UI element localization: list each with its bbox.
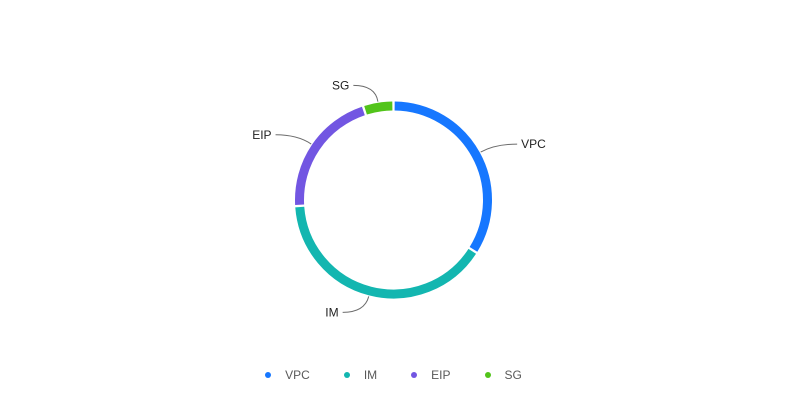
legend-item-im[interactable]: IM <box>343 368 378 382</box>
slice-label-im: IM <box>325 305 338 319</box>
slice-label-vpc: VPC <box>521 137 546 151</box>
legend-marker-icon <box>411 372 418 378</box>
legend-marker-icon <box>343 372 350 378</box>
legend-label: EIP <box>431 368 451 382</box>
legend-label: IM <box>363 368 378 382</box>
leader-line-im <box>342 296 370 313</box>
donut-chart-canvas: VPC IM EIP SG <box>252 78 546 319</box>
legend-label: SG <box>504 368 522 382</box>
donut-slice-im[interactable] <box>295 206 477 299</box>
donut-chart: VPC IM EIP SG VPC IM EIP SG <box>0 0 787 401</box>
slice-label-sg: SG <box>332 78 349 92</box>
leader-line-sg <box>353 84 379 102</box>
leader-line-eip <box>275 134 312 145</box>
legend-marker-icon <box>484 372 491 378</box>
legend-item-eip[interactable]: EIP <box>411 368 451 382</box>
slice-label-eip: EIP <box>252 128 271 142</box>
donut-slice-eip[interactable] <box>295 106 365 205</box>
chart-legend: VPC IM EIP SG <box>0 368 787 382</box>
legend-item-vpc[interactable]: VPC <box>265 368 310 382</box>
donut-slice-sg[interactable] <box>364 101 393 115</box>
legend-item-sg[interactable]: SG <box>484 368 522 382</box>
leader-line-vpc <box>480 143 518 153</box>
legend-marker-icon <box>265 372 272 378</box>
legend-label: VPC <box>285 368 310 382</box>
donut-slice-vpc[interactable] <box>394 101 492 252</box>
